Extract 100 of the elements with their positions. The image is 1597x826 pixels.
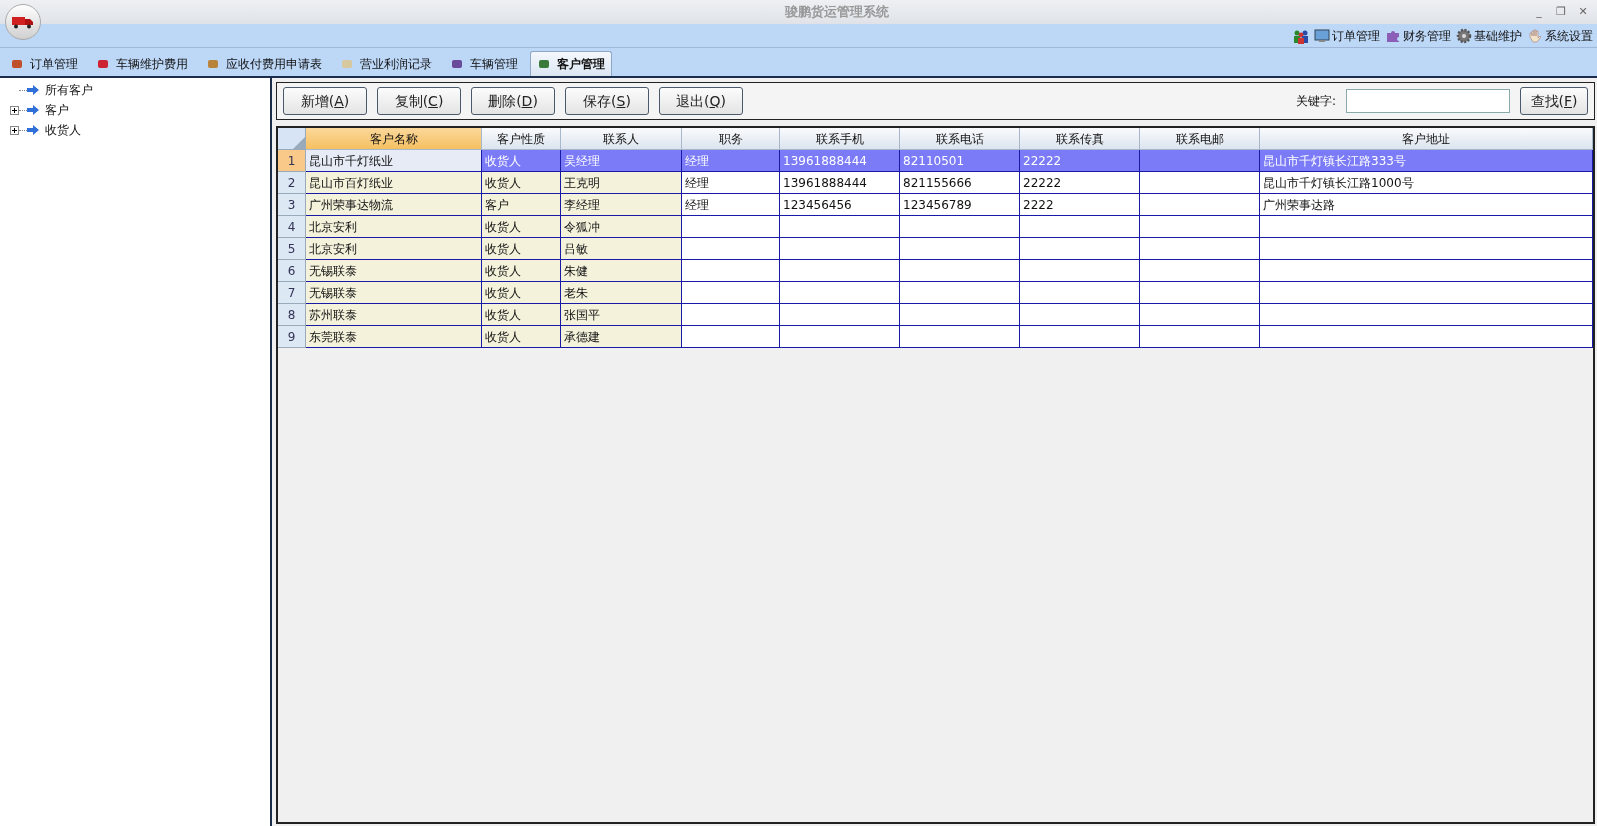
table-cell: 收货人: [482, 260, 561, 282]
table-cell: 82110501: [900, 150, 1020, 172]
toolbar-button[interactable]: 新增(A): [283, 87, 367, 115]
table-cell: 令狐冲: [561, 216, 682, 238]
row-number: 8: [278, 304, 306, 326]
table-cell: 收货人: [482, 150, 561, 172]
table-cell: 无锡联泰: [306, 282, 482, 304]
gear-icon: [1456, 27, 1472, 44]
column-header[interactable]: 客户性质: [482, 128, 561, 150]
table-cell: 收货人: [482, 216, 561, 238]
table-cell: 北京安利: [306, 238, 482, 260]
window-control-button[interactable]: ❐: [1555, 3, 1567, 21]
column-header[interactable]: 联系手机: [780, 128, 900, 150]
table-row[interactable]: 2 昆山市百灯纸业 收货人 王克明 经理 13961888444 821155666 22222 昆山市千灯镇长江路1000号: [278, 172, 1593, 194]
table-cell: 张国平: [561, 304, 682, 326]
monitor-icon: [1314, 27, 1330, 44]
table-row[interactable]: 5 北京安利 收货人 吕敏: [278, 238, 1593, 260]
column-header[interactable]: 联系传真: [1020, 128, 1140, 150]
row-number: 4: [278, 216, 306, 238]
expand-icon[interactable]: [10, 105, 19, 115]
table-row[interactable]: 7 无锡联泰 收货人 老朱: [278, 282, 1593, 304]
table-cell: 22222: [1020, 150, 1140, 172]
tab[interactable]: 订单管理: [4, 51, 84, 76]
table-cell: 22222: [1020, 172, 1140, 194]
window-title: 骏鹏货运管理系统: [784, 3, 889, 22]
column-header[interactable]: 客户名称: [306, 128, 482, 150]
table-cell: 广州荣事达物流: [306, 194, 482, 216]
table-cell: 经理: [682, 194, 780, 216]
toolbar-button[interactable]: 保存(S): [565, 87, 649, 115]
table-cell: 昆山市千灯镇长江路1000号: [1260, 172, 1593, 194]
table-cell: 收货人: [482, 304, 561, 326]
toolbar-button[interactable]: 复制(C): [377, 87, 461, 115]
quick-menu-item[interactable]: 财务管理: [1385, 26, 1451, 45]
window-control-button[interactable]: _: [1533, 3, 1545, 21]
tree-item[interactable]: 所有客户: [45, 81, 93, 99]
table-cell: 客户: [482, 194, 561, 216]
tab[interactable]: 车辆维护费用: [90, 51, 194, 76]
column-header[interactable]: 联系人: [561, 128, 682, 150]
app-menu-button[interactable]: [5, 4, 41, 40]
table-cell: 李经理: [561, 194, 682, 216]
hand-icon: [1527, 27, 1543, 44]
window-control-button[interactable]: ✕: [1577, 3, 1589, 21]
row-number: 1: [278, 150, 306, 172]
arrow-icon: [27, 105, 39, 115]
table-cell: 821155666: [900, 172, 1020, 194]
table-cell: 老朱: [561, 282, 682, 304]
column-header[interactable]: 职务: [682, 128, 780, 150]
tab[interactable]: 应收付费用申请表: [200, 51, 328, 76]
search-field[interactable]: [1346, 89, 1510, 113]
quick-menu-item[interactable]: 系统设置: [1527, 26, 1593, 45]
quick-menu-item[interactable]: 基础维护: [1456, 26, 1522, 45]
table-cell: 北京安利: [306, 216, 482, 238]
row-number: 3: [278, 194, 306, 216]
table-row[interactable]: 6 无锡联泰 收货人 朱健: [278, 260, 1593, 282]
table-cell: 昆山市千灯镇长江路333号: [1260, 150, 1593, 172]
table-cell: 13961888444: [780, 172, 900, 194]
table-row[interactable]: 3 广州荣事达物流 客户 李经理 经理 123456456 123456789 2222 广州荣事达路: [278, 194, 1593, 216]
table-cell: 123456789: [900, 194, 1020, 216]
table-cell: 经理: [682, 150, 780, 172]
column-header[interactable]: 联系电邮: [1140, 128, 1260, 150]
search-label: 关键字:: [1295, 93, 1336, 110]
table-row[interactable]: 9 东莞联泰 收货人 承德建: [278, 326, 1593, 348]
table-cell: 收货人: [482, 238, 561, 260]
truck-icon: [12, 15, 34, 29]
table-cell: 经理: [682, 172, 780, 194]
tab[interactable]: 营业利润记录: [334, 51, 438, 76]
table-cell: 苏州联泰: [306, 304, 482, 326]
tree-item[interactable]: 客户: [45, 101, 69, 119]
table-cell: 收货人: [482, 172, 561, 194]
table-cell: 昆山市百灯纸业: [306, 172, 482, 194]
quick-menu-item[interactable]: 订单管理: [1314, 26, 1380, 45]
table-cell: 13961888444: [780, 150, 900, 172]
column-header[interactable]: 客户地址: [1260, 128, 1593, 150]
table-cell: 王克明: [561, 172, 682, 194]
table-cell: 无锡联泰: [306, 260, 482, 282]
row-number: 2: [278, 172, 306, 194]
table-row[interactable]: 4 北京安利 收货人 令狐冲: [278, 216, 1593, 238]
table-row[interactable]: 8 苏州联泰 收货人 张国平: [278, 304, 1593, 326]
arrow-icon: [27, 85, 39, 95]
toolbar-button[interactable]: 删除(D): [471, 87, 555, 115]
tab[interactable]: 客户管理: [530, 51, 612, 76]
table-cell: 吴经理: [561, 150, 682, 172]
table-row[interactable]: 1 昆山市千灯纸业 收货人 吴经理 经理 13961888444 82110501 22222 昆山市千灯镇长江路333号: [278, 150, 1593, 172]
tab-icon: [537, 57, 551, 71]
search-button[interactable]: 查找(F): [1520, 87, 1588, 115]
table-cell: 吕敏: [561, 238, 682, 260]
table-cell: 123456456: [780, 194, 900, 216]
row-number: 6: [278, 260, 306, 282]
table-cell: 东莞联泰: [306, 326, 482, 348]
tab[interactable]: 车辆管理: [444, 51, 524, 76]
table-cell: 昆山市千灯纸业: [306, 150, 482, 172]
expand-icon[interactable]: [10, 125, 19, 135]
table-cell: 收货人: [482, 326, 561, 348]
table-cell: 承德建: [561, 326, 682, 348]
table-cell: 广州荣事达路: [1260, 194, 1593, 216]
row-number: 9: [278, 326, 306, 348]
column-header[interactable]: 联系电话: [900, 128, 1020, 150]
tree-item[interactable]: 收货人: [45, 121, 81, 139]
toolbar-button[interactable]: 退出(Q): [659, 87, 743, 115]
table-cell: 2222: [1020, 194, 1140, 216]
